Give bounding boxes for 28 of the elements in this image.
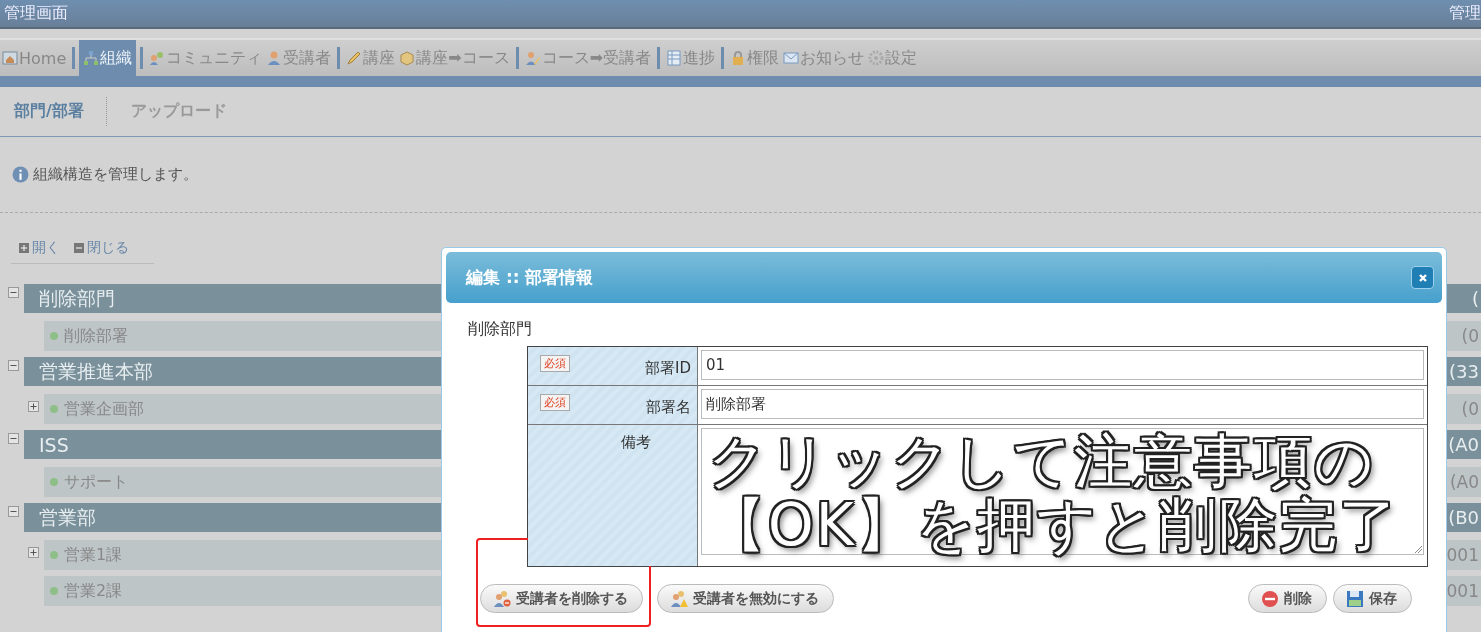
field-label: 部署ID <box>645 359 691 378</box>
field-label: 部署名 <box>646 398 691 417</box>
department-code: (33 <box>1449 361 1480 382</box>
section-name: 営業企画部 <box>64 398 144 420</box>
section-code: 001 <box>1446 545 1480 565</box>
info-text: 組織構造を管理します。 <box>33 165 198 184</box>
department-code: (B0 <box>1448 507 1480 528</box>
required-badge: 必須 <box>540 355 570 372</box>
section-name: 営業2課 <box>64 580 123 602</box>
section-code: 001 <box>1446 581 1480 601</box>
section-code: (A0 <box>1449 472 1480 492</box>
department-name: 削除部門 <box>38 285 115 311</box>
department-code: ( <box>1471 288 1480 309</box>
department-name: ISS <box>38 433 69 456</box>
section-name: 削除部署 <box>64 325 128 347</box>
required-badge: 必須 <box>540 394 570 411</box>
department-name: 営業部 <box>38 504 96 530</box>
dialog-title: 編集 :: 部署情報 <box>466 266 594 289</box>
department-code: (A0 <box>1448 434 1480 455</box>
section-code: (0 <box>1461 399 1480 419</box>
department-name: 営業推進本部 <box>38 358 153 384</box>
field-label: 備考 <box>621 433 651 452</box>
app-title: 管理画面 <box>4 3 68 24</box>
section-name: 営業1課 <box>64 544 123 566</box>
section-code: (0 <box>1461 326 1480 346</box>
user-label: 管理 <box>1449 3 1481 24</box>
section-label: 削除部門 <box>468 319 533 340</box>
section-name: サポート <box>64 471 128 493</box>
